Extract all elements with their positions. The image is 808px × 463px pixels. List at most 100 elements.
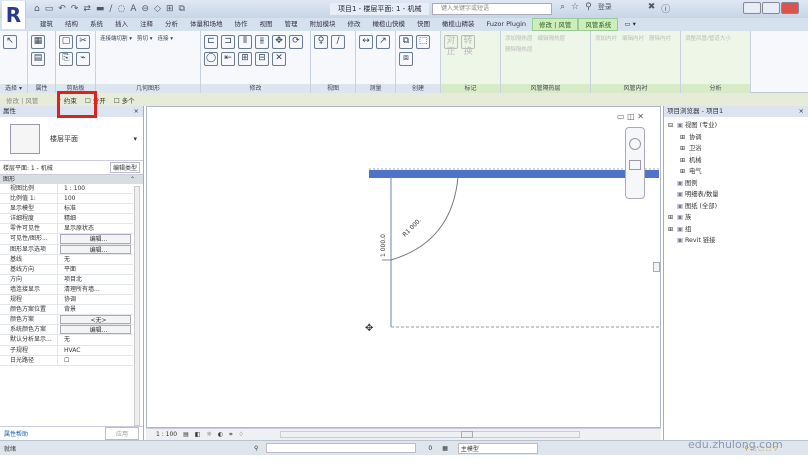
browser-item[interactable]: ▣ 明细表/数量 — [668, 189, 804, 201]
ribbon-tool-icon[interactable]: 编辑内衬 — [621, 35, 645, 43]
crop-icon[interactable]: ⌗ — [229, 431, 232, 439]
duct-selected[interactable] — [369, 170, 659, 178]
browser-item[interactable]: ⊞ 电气 — [668, 166, 804, 178]
app-menu-button[interactable]: R — [2, 1, 26, 29]
property-value[interactable]: 编辑... — [60, 244, 131, 254]
quick-access-button[interactable]: ⧉ — [178, 4, 184, 14]
quick-access-button[interactable]: ▬ — [96, 4, 105, 14]
ribbon-tool-icon[interactable]: 转换 — [461, 35, 475, 57]
quick-access-button[interactable]: ⊖ — [141, 4, 149, 14]
ribbon-tool-icon[interactable]: ⟳ — [289, 35, 303, 49]
property-value[interactable]: 编辑... — [60, 234, 131, 244]
tab-2[interactable]: 系统 — [84, 18, 109, 31]
quick-access-button[interactable]: A — [130, 4, 136, 14]
search-input[interactable]: 键入关键字或短语 — [432, 3, 552, 15]
ribbon-tool-icon[interactable]: ↖ — [3, 35, 17, 49]
collapse-icon[interactable]: ⌃ — [130, 175, 135, 184]
ribbon-tool-icon[interactable]: ⧉ — [399, 35, 413, 49]
browser-item[interactable]: ⊞ 机械 — [668, 155, 804, 167]
tab-9[interactable]: 管理 — [279, 18, 304, 31]
tab-17[interactable]: 风管系统 — [578, 18, 619, 31]
browser-item[interactable]: ▣ 图纸 (全部) — [668, 201, 804, 213]
tab-15[interactable]: Fuzor Plugin — [481, 18, 533, 31]
design-options-icon[interactable]: ▦ — [442, 445, 448, 452]
ribbon-tool-icon[interactable]: ✥ — [272, 35, 286, 49]
ribbon-tool-icon[interactable]: 对正 — [444, 35, 458, 57]
quick-access-button[interactable]: ◇ — [154, 4, 161, 14]
shadows-icon[interactable]: ◐ — [218, 431, 223, 438]
tab-10[interactable]: 附加模块 — [304, 18, 342, 31]
ribbon-tool-icon[interactable]: 删除隔热层 — [504, 46, 534, 54]
multiple-checkbox[interactable]: ☐ 多个 — [114, 95, 135, 105]
ribbon-tool-icon[interactable]: 连接端切割 ▾ — [99, 35, 133, 43]
browser-item[interactable]: ⊞ 卫浴 — [668, 143, 804, 155]
instance-filter[interactable]: 楼层平面: 1 - 机械 — [3, 163, 53, 172]
ribbon-tool-icon[interactable]: ⊞ — [238, 52, 252, 66]
ribbon-tool-icon[interactable]: 添加隔热层 — [504, 35, 534, 43]
drawing-canvas[interactable]: R1 000. 1 000.0 ✥ ▭ ◫ ✕ — [146, 106, 661, 428]
tab-7[interactable]: 协作 — [229, 18, 254, 31]
tab-12[interactable]: 橄榄山快模 — [367, 18, 412, 31]
ribbon-tool-icon[interactable]: ⊏ — [204, 35, 218, 49]
browser-item[interactable]: ▣ 图例 — [668, 178, 804, 190]
view-window-controls[interactable]: ▭ ◫ ✕ — [617, 112, 644, 121]
ribbon-tool-icon[interactable]: ◯ — [204, 52, 218, 66]
ribbon-tool-icon[interactable]: ∕ — [331, 35, 345, 49]
properties-help-link[interactable]: 属性帮助 — [4, 429, 28, 438]
canvas-scroll-thumb[interactable] — [653, 262, 660, 272]
tab-11[interactable]: 修改 — [342, 18, 367, 31]
steering-wheel-icon[interactable] — [629, 138, 641, 150]
ribbon-tool-icon[interactable]: ▢ — [59, 35, 73, 49]
tab-16[interactable]: 修改 | 风管 — [532, 18, 579, 31]
ribbon-tool-icon[interactable]: 添加内衬 — [594, 35, 618, 43]
property-value[interactable]: <无> — [60, 315, 131, 325]
tab-5[interactable]: 分析 — [159, 18, 184, 31]
scroll-thumb[interactable] — [460, 431, 473, 438]
ribbon-tool-icon[interactable]: 编辑隔热层 — [537, 35, 567, 43]
quick-access-button[interactable]: ⊞ — [166, 4, 174, 14]
group-graphics[interactable]: 图形 — [3, 175, 15, 184]
quick-access-button[interactable]: ↶ — [58, 4, 66, 14]
worksets-icon[interactable]: ⚲ — [254, 445, 258, 452]
ribbon-tool-icon[interactable]: ♀ — [314, 35, 328, 49]
binoculars-icon[interactable]: ⌕ — [560, 2, 565, 15]
browser-item[interactable]: ▣ Revit 链接 — [668, 235, 804, 247]
close-icon[interactable]: × — [134, 106, 139, 117]
ribbon-tool-icon[interactable]: ⌁ — [76, 52, 90, 66]
sun-path-icon[interactable]: ☼ — [206, 431, 211, 438]
properties-scrollbar[interactable] — [134, 186, 140, 426]
browser-item[interactable]: ⊞ ▣ 族 — [668, 212, 804, 224]
maximize-button[interactable] — [762, 2, 780, 14]
property-value[interactable]: 编辑... — [60, 325, 131, 335]
tab-1[interactable]: 结构 — [59, 18, 84, 31]
expand-toggle-icon[interactable]: ⊞ — [668, 224, 677, 236]
expand-toggle-icon[interactable]: ⊞ — [680, 166, 689, 178]
ribbon-tool-icon[interactable]: 删除内衬 — [648, 35, 672, 43]
type-selector[interactable]: 楼层平面 ▾ — [0, 117, 143, 161]
tab-4[interactable]: 注释 — [134, 18, 159, 31]
ribbon-tool-icon[interactable]: 剪切 ▾ — [136, 35, 154, 43]
workset-dropdown[interactable] — [266, 443, 417, 453]
ribbon-tool-icon[interactable]: ⇤ — [221, 52, 235, 66]
ribbon-tool-icon[interactable]: ⊟ — [255, 52, 269, 66]
quick-access-button[interactable]: ↷ — [71, 4, 79, 14]
browser-item[interactable]: ⊟ ▣ 视图 (专业) — [668, 120, 804, 132]
ribbon-tool-icon[interactable]: ⫴ — [238, 35, 252, 49]
ribbon-tool-icon[interactable]: ✕ — [272, 52, 286, 66]
minimize-button[interactable] — [743, 2, 761, 14]
view-scale[interactable]: 1 : 100 — [156, 431, 177, 438]
tab-3[interactable]: 插入 — [109, 18, 134, 31]
star-icon[interactable]: ☆ — [571, 2, 579, 15]
ribbon-tool-icon[interactable]: 连接 ▾ — [157, 35, 175, 43]
ribbon-tool-icon[interactable]: ⎘ — [59, 52, 73, 66]
detail-level-icon[interactable]: ▤ — [183, 431, 189, 438]
quick-access-button[interactable]: ▭ — [45, 4, 54, 14]
ribbon-tool-icon[interactable]: ▦ — [31, 35, 45, 49]
ribbon-tool-icon[interactable]: ⫵ — [255, 35, 269, 49]
quick-access-button[interactable]: ⇄ — [83, 4, 91, 14]
tab-6[interactable]: 体量和场地 — [184, 18, 229, 31]
browser-item[interactable]: ⊞ 协调 — [668, 132, 804, 144]
expand-toggle-icon[interactable]: ⊞ — [680, 155, 689, 167]
close-button[interactable] — [781, 2, 799, 14]
visual-style-icon[interactable]: ◧ — [195, 431, 201, 438]
